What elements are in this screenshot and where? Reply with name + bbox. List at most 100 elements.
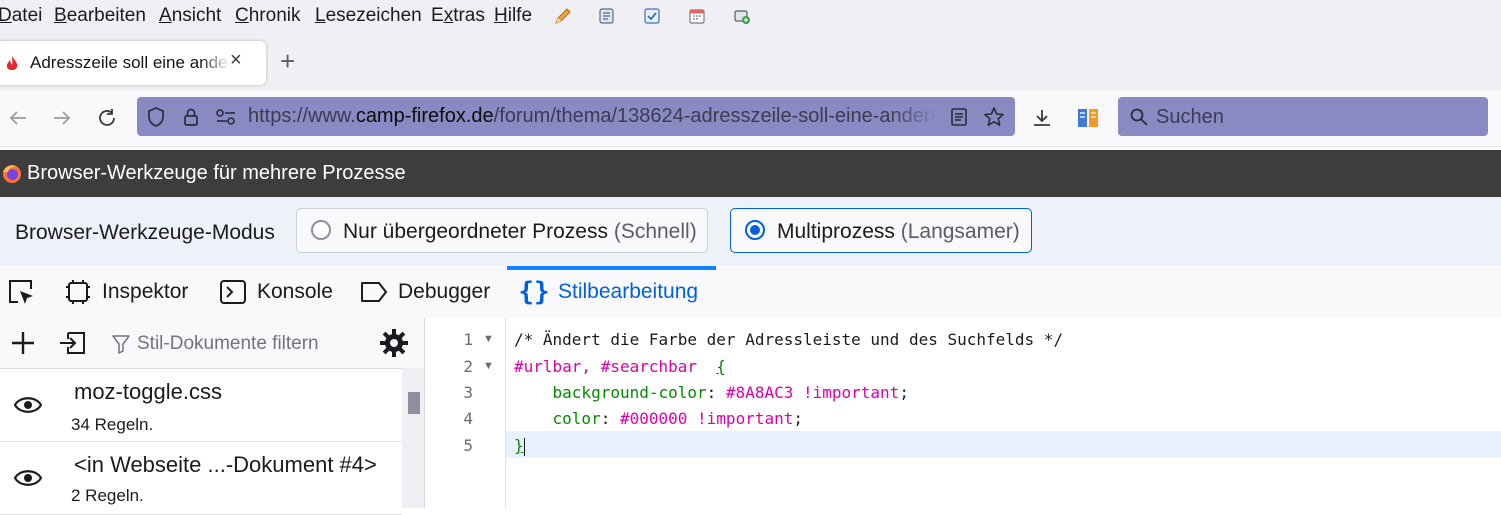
close-tab-icon[interactable]: × — [230, 49, 242, 72]
menubar: Datei Bearbeiten Ansicht Chronik Lesezei… — [0, 0, 1501, 34]
menu-hilfe[interactable]: Hilfe — [494, 5, 532, 27]
menu-chronik[interactable]: Chronik — [235, 5, 300, 27]
fold-arrow-icon[interactable]: ▼ — [483, 360, 494, 372]
url-text[interactable]: https://www.camp-firefox.de/forum/thema/… — [248, 105, 938, 128]
back-button[interactable] — [4, 104, 32, 132]
active-line-highlight — [506, 431, 1501, 458]
add-stylesheet-icon[interactable] — [10, 330, 36, 356]
code-line-1[interactable]: /* Ändert die Farbe der Adressleiste und… — [514, 330, 1063, 349]
tab-title: Adresszeile soll eine andere Farbe haben — [30, 53, 230, 72]
line-number: 2 — [463, 357, 473, 376]
tab-label: Inspektor — [102, 280, 189, 303]
lock-icon[interactable] — [181, 106, 201, 128]
mode-option-hint: (Langsamer) — [900, 220, 1020, 243]
new-tab-button[interactable]: + — [280, 46, 295, 76]
css-editor[interactable]: 1 ▼ 2 ▼ 3 4 5 /* Ändert die Farbe der Ad… — [425, 318, 1501, 508]
tab-debugger[interactable]: Debugger — [360, 266, 490, 318]
css-comment: /* Ändert die Farbe der Adressleiste und… — [514, 330, 1064, 349]
devtools-titlebar: Browser-Werkzeuge für mehrere Prozesse — [0, 150, 1501, 197]
menu-datei[interactable]: Datei — [0, 5, 42, 27]
access-key: H — [494, 5, 508, 26]
tab-active[interactable]: Adresszeile soll eine andere Farbe haben… — [0, 41, 266, 85]
access-key: C — [235, 5, 249, 26]
line-number: 5 — [463, 436, 473, 455]
element-picker-icon — [9, 280, 33, 304]
tracking-shield-icon[interactable] — [146, 106, 166, 128]
permissions-icon[interactable] — [215, 107, 237, 127]
css-property: background-color — [552, 383, 707, 402]
css-value: #8A8AC3 !important — [725, 383, 900, 402]
line-number: 1 — [463, 330, 473, 349]
checklist-icon[interactable] — [642, 6, 662, 26]
code-line-5[interactable]: } — [514, 436, 525, 456]
stylesheet-item[interactable]: <in Webseite ...-Dokument #4> 2 Regeln. — [0, 442, 402, 515]
stylesheet-name: moz-toggle.css — [74, 379, 222, 404]
filter-stylesheets-input[interactable]: Stil-Dokumente filtern — [137, 333, 319, 355]
tab-style-editor[interactable]: {} Stilbearbeitung — [518, 266, 699, 318]
menu-bearbeiten[interactable]: Bearbeiten — [54, 5, 146, 27]
forward-button[interactable] — [48, 104, 76, 132]
menu-extras[interactable]: Extras — [431, 5, 485, 27]
menu-lesezeichen[interactable]: Lesezeichen — [315, 5, 422, 27]
browser-toolbox-mode-bar: Browser-Werkzeuge-Modus Nur übergeordnet… — [0, 197, 1501, 267]
sidebar-toolbar: Stil-Dokumente filtern — [0, 318, 424, 369]
reload-icon — [99, 109, 115, 126]
mode-option-label: Multiprozess — [777, 220, 895, 243]
pencil-icon[interactable] — [553, 6, 573, 26]
stylesheet-item[interactable]: moz-toggle.css 34 Regeln. — [0, 369, 402, 442]
access-key: x — [443, 5, 454, 26]
tab-inspector[interactable]: Inspektor — [64, 266, 188, 318]
stylesheet-rule-count: 2 Regeln. — [71, 486, 144, 505]
import-stylesheet-icon[interactable] — [58, 329, 88, 357]
debugger-icon — [361, 282, 387, 302]
access-key: D — [0, 5, 12, 26]
flame-favicon-icon — [6, 56, 18, 70]
stylesheet-rule-count: 34 Regeln. — [71, 415, 154, 434]
calendar-icon[interactable] — [687, 6, 707, 26]
url-bar[interactable]: https://www.camp-firefox.de/forum/thema/… — [137, 97, 1015, 136]
style-editor-icon: {} — [518, 277, 550, 307]
search-placeholder: Suchen — [1156, 106, 1224, 128]
mode-label: Browser-Werkzeuge-Modus — [15, 221, 275, 244]
access-key: A — [159, 5, 172, 26]
download-icon — [1034, 110, 1050, 126]
mode-option-parent-only[interactable]: Nur übergeordneter Prozess (Schnell) — [296, 208, 708, 253]
extension-button[interactable] — [1074, 104, 1102, 132]
code-line-2[interactable]: #urlbar, #searchbar { — [514, 357, 726, 376]
navigation-toolbar: https://www.camp-firefox.de/forum/thema/… — [0, 90, 1501, 147]
text-cursor — [523, 437, 525, 456]
settings-gear-icon[interactable] — [379, 328, 409, 358]
line-gutter: 1 ▼ 2 ▼ 3 4 5 — [425, 318, 506, 508]
stylesheet-sidebar: Stil-Dokumente filtern moz-toggle.css 34… — [0, 318, 425, 515]
css-value: #000000 !important — [619, 409, 794, 428]
tab-console[interactable]: Konsole — [219, 266, 333, 318]
tab-label: Konsole — [257, 280, 333, 303]
search-bar[interactable]: Suchen — [1118, 97, 1488, 136]
radio-parent-only[interactable] — [311, 220, 331, 240]
url-path: /forum/thema/138624-adresszeile-soll-ein… — [493, 105, 938, 127]
code-line-3[interactable]: background-color: #8A8AC3 !important; — [514, 383, 909, 402]
reader-view-icon[interactable] — [950, 107, 968, 127]
eye-icon[interactable] — [14, 468, 42, 488]
bookmark-star-icon[interactable] — [983, 106, 1005, 128]
downloads-button[interactable] — [1028, 104, 1056, 132]
mode-option-multiprocess[interactable]: Multiprozess (Langsamer) — [730, 208, 1032, 253]
code-line-4[interactable]: color: #000000 !important; — [514, 409, 803, 428]
line-number: 4 — [463, 409, 473, 428]
tab-label: Stilbearbeitung — [558, 280, 699, 303]
line-number: 3 — [463, 383, 473, 402]
radio-multiprocess[interactable] — [745, 220, 765, 240]
element-picker-button[interactable] — [6, 266, 36, 318]
menu-ansicht[interactable]: Ansicht — [159, 5, 221, 27]
script-icon[interactable] — [597, 6, 617, 26]
reload-button[interactable] — [93, 104, 121, 132]
sidebar-scrollbar[interactable] — [402, 368, 424, 508]
eye-icon[interactable] — [14, 395, 42, 415]
scrollbar-thumb[interactable] — [408, 392, 420, 414]
url-prefix: https://www. — [248, 105, 356, 127]
screenshot-icon[interactable] — [732, 6, 752, 26]
css-property: color — [552, 409, 601, 428]
extension-icon — [1078, 109, 1098, 127]
inspector-icon — [66, 280, 90, 304]
fold-arrow-icon[interactable]: ▼ — [483, 333, 494, 345]
